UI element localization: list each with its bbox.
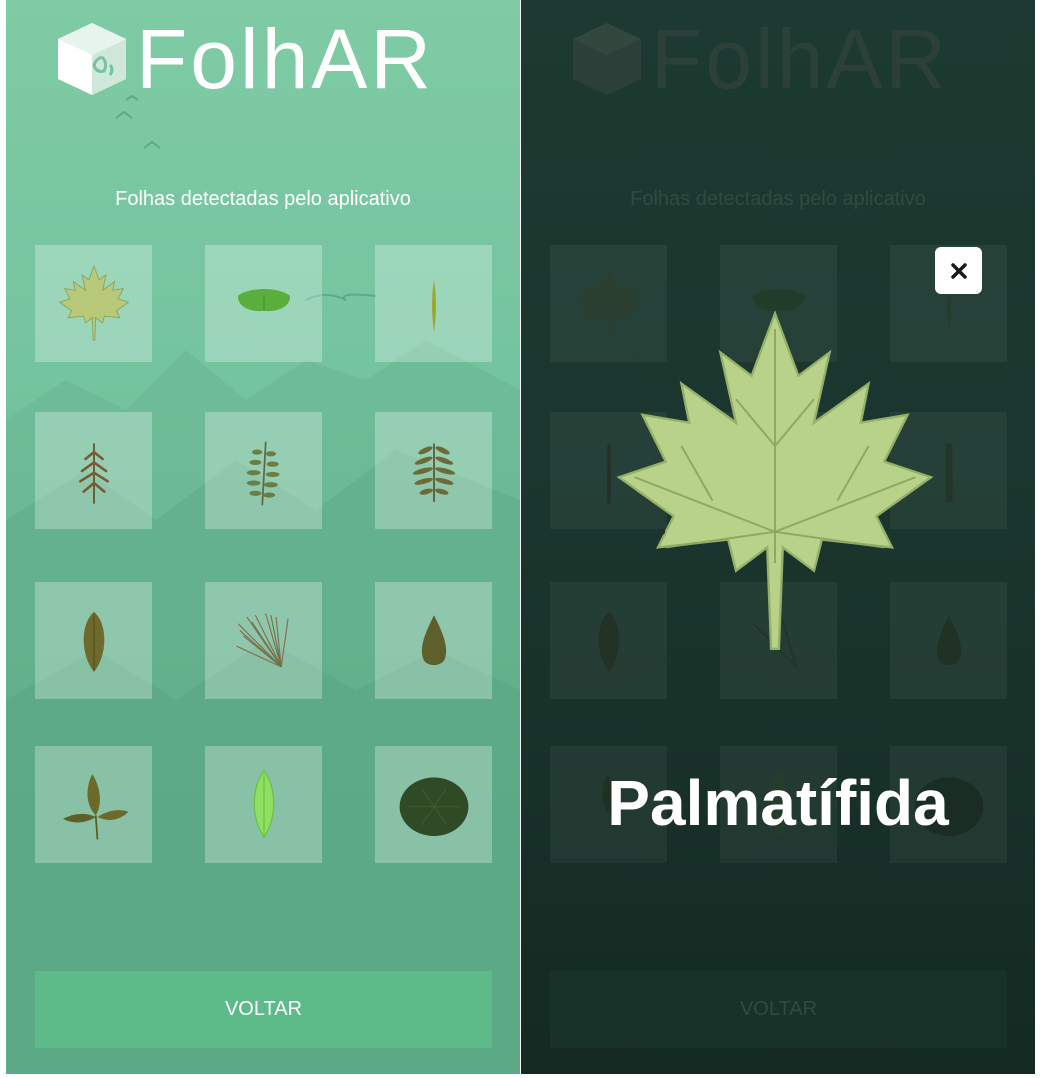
close-button[interactable] — [935, 247, 982, 294]
leaf-tile-round[interactable] — [375, 746, 492, 863]
leaf-tile-trifoliate[interactable] — [35, 746, 152, 863]
leaf-gallery-screen: FolhAR Folhas detectadas pelo aplicativo — [6, 0, 520, 1074]
maple-leaf-icon — [58, 265, 129, 341]
leaf-tile-fern[interactable] — [205, 412, 322, 529]
teardrop-leaf-icon — [421, 614, 446, 665]
detail-leaf-name: Palmatífida — [607, 767, 949, 839]
cube-logo-icon — [58, 23, 126, 95]
ginkgo-leaf-icon — [237, 288, 290, 321]
trifoliate-leaf-icon — [62, 773, 128, 839]
needle-leaf-icon — [431, 279, 436, 332]
leaf-tile-teardrop[interactable] — [375, 582, 492, 699]
back-button-dimmed: VOLTAR — [550, 971, 1007, 1048]
cube-logo-icon — [573, 23, 641, 95]
lanceolate-leaf-icon — [253, 768, 274, 839]
leaf-tile-pine[interactable] — [205, 582, 322, 699]
gallery-subtitle: Folhas detectadas pelo aplicativo — [115, 188, 411, 210]
leaf-tile-ginkgo[interactable] — [205, 245, 322, 362]
pine-needles-icon — [235, 612, 289, 667]
app-title: FolhAR — [651, 12, 950, 106]
leaf-tile-maple[interactable] — [35, 245, 152, 362]
back-button[interactable]: VOLTAR — [35, 971, 492, 1048]
leaf-tile-needle[interactable] — [375, 245, 492, 362]
cedar-leaf-icon — [78, 442, 109, 504]
leaf-tile-cedar[interactable] — [35, 412, 152, 529]
app-logo: FolhAR — [54, 14, 434, 104]
mountain-background — [6, 94, 520, 1074]
round-leaf-icon — [399, 776, 468, 836]
leaf-tile-lanceolate[interactable] — [205, 746, 322, 863]
fern-leaf-icon — [246, 441, 279, 505]
oval-leaf-icon — [83, 611, 104, 672]
gallery-subtitle: Folhas detectadas pelo aplicativo — [630, 188, 926, 210]
close-icon — [950, 262, 967, 279]
app-title: FolhAR — [136, 12, 435, 106]
detail-leaf-image — [617, 311, 933, 651]
pinnate-leaf-icon — [412, 442, 455, 502]
leaf-tile-pinnate[interactable] — [375, 412, 492, 529]
leaf-tile-oval[interactable] — [35, 582, 152, 699]
app-logo-dimmed: FolhAR — [569, 14, 949, 104]
leaf-detail-screen: FolhAR Folhas detectadas pelo aplicativo… — [521, 0, 1035, 1074]
